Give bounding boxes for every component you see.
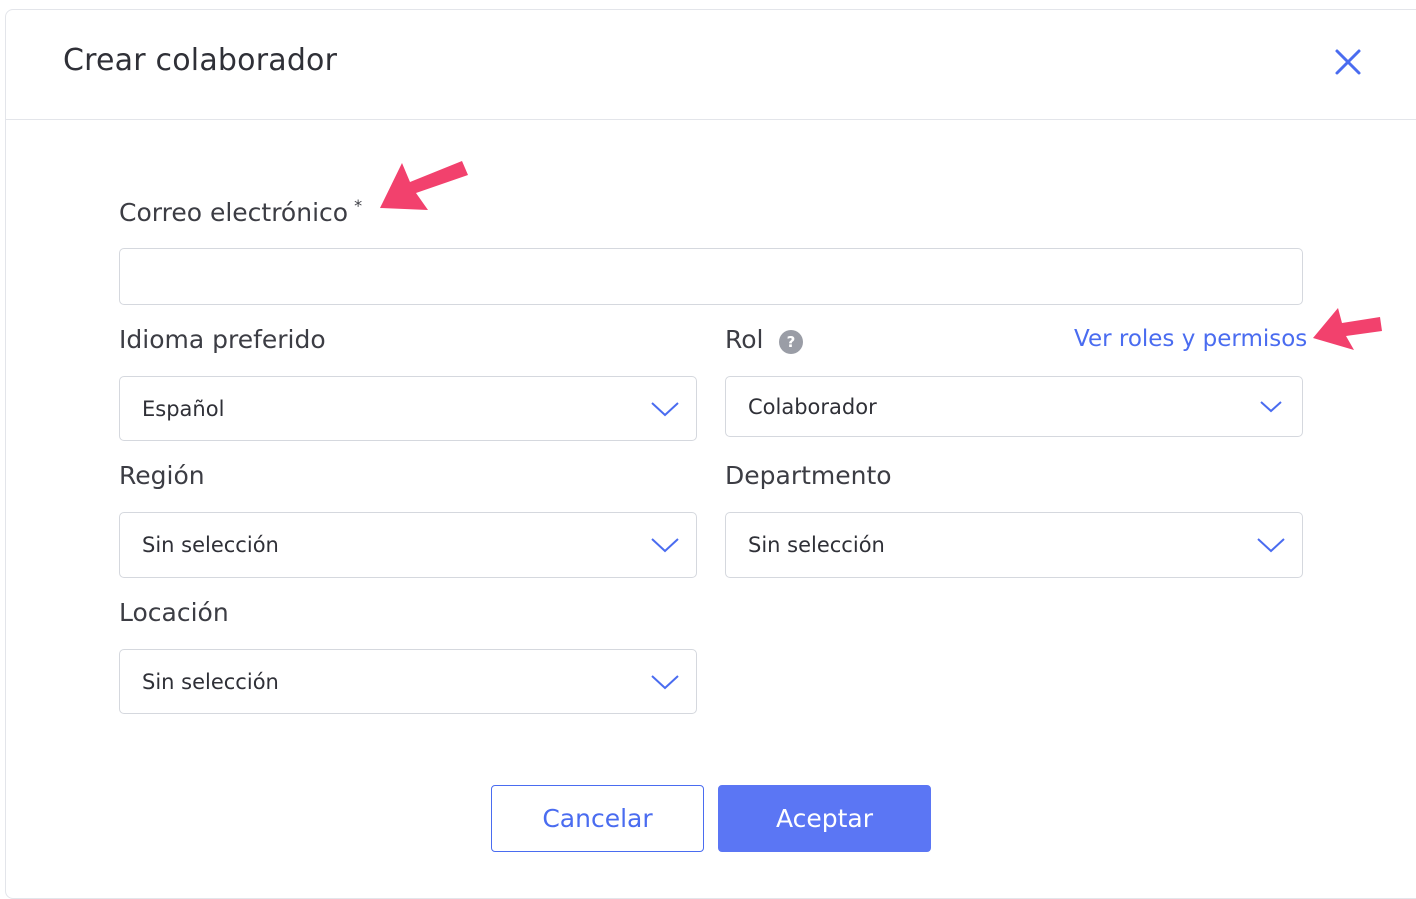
region-select[interactable]: Sin selección bbox=[119, 512, 697, 578]
role-label: Rol bbox=[725, 325, 764, 354]
department-label: Departmento bbox=[725, 461, 892, 490]
location-select[interactable]: Sin selección bbox=[119, 649, 697, 714]
accept-button[interactable]: Aceptar bbox=[718, 785, 931, 852]
language-select[interactable]: Español bbox=[119, 376, 697, 441]
annotation-arrow-icon bbox=[1313, 308, 1382, 350]
language-label: Idioma preferido bbox=[119, 325, 326, 354]
location-select-value: Sin selección bbox=[142, 669, 279, 694]
department-select-value: Sin selección bbox=[748, 533, 885, 557]
department-select[interactable]: Sin selección bbox=[725, 512, 1303, 578]
modal-title: Crear colaborador bbox=[63, 43, 338, 78]
chevron-down-icon bbox=[651, 674, 679, 689]
modal-header: Crear colaborador bbox=[6, 10, 1416, 120]
email-label: Correo electrónico * bbox=[119, 196, 362, 227]
role-select[interactable]: Colaborador bbox=[725, 376, 1303, 437]
email-label-text: Correo electrónico bbox=[119, 198, 349, 227]
language-select-value: Español bbox=[142, 396, 225, 421]
email-input[interactable] bbox=[119, 248, 1303, 305]
chevron-down-icon bbox=[1260, 400, 1282, 412]
annotation-arrow-icon bbox=[380, 161, 468, 210]
region-label: Región bbox=[119, 461, 205, 490]
location-label: Locación bbox=[119, 598, 229, 627]
role-select-value: Colaborador bbox=[748, 394, 877, 419]
question-circle-icon[interactable]: ? bbox=[779, 330, 803, 354]
chevron-down-icon bbox=[651, 538, 679, 553]
create-collaborator-modal: Crear colaborador Correo electrónico * Id… bbox=[5, 9, 1416, 899]
required-mark: * bbox=[354, 196, 363, 215]
close-icon[interactable] bbox=[1332, 46, 1364, 78]
view-roles-permissions-link[interactable]: Ver roles y permisos bbox=[1074, 326, 1307, 352]
region-select-value: Sin selección bbox=[142, 533, 279, 557]
cancel-button[interactable]: Cancelar bbox=[491, 785, 704, 852]
chevron-down-icon bbox=[1257, 538, 1285, 553]
chevron-down-icon bbox=[651, 401, 679, 416]
